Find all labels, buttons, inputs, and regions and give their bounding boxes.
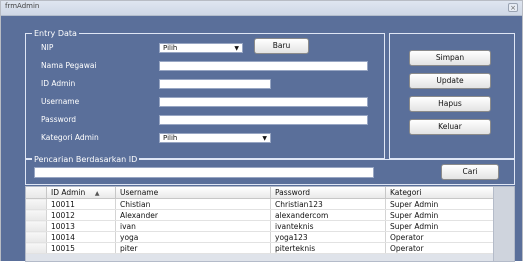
cell-password: alexandercom	[270, 209, 386, 221]
chevron-down-icon: ▼	[234, 45, 239, 52]
cell-kategori: Super Admin	[385, 220, 494, 232]
cell-username: ivan	[115, 220, 271, 232]
action-group: Simpan Update Hapus Keluar	[389, 33, 515, 159]
cell-kategori: Super Admin	[385, 198, 494, 210]
table-header-row: ID Admin ▲ Username Password Kategori	[26, 187, 494, 199]
update-button[interactable]: Update	[409, 73, 491, 89]
column-header-password[interactable]: Password	[270, 187, 386, 199]
cell-password: ivanteknis	[270, 220, 386, 232]
search-group: Pencarian Berdasarkan ID Cari	[25, 154, 515, 185]
kategori-admin-label: Kategori Admin	[41, 133, 99, 142]
row-selector[interactable]	[26, 231, 47, 243]
vertical-scrollbar[interactable]	[493, 187, 514, 261]
row-selector[interactable]	[26, 209, 47, 221]
cell-id-admin: 10015	[46, 242, 116, 254]
admin-data-grid[interactable]: ID Admin ▲ Username Password Kategori 10…	[25, 186, 515, 262]
table-row[interactable]: 10012 Alexander alexandercom Super Admin	[26, 209, 494, 221]
cell-username: piter	[115, 242, 271, 254]
title-bar: frmAdmin ×	[1, 1, 522, 16]
cari-button[interactable]: Cari	[441, 164, 499, 180]
sort-ascending-icon: ▲	[94, 190, 100, 197]
nama-pegawai-label: Nama Pegawai	[41, 61, 97, 70]
table-row[interactable]: 10011 Chistian Christian123 Super Admin	[26, 198, 494, 210]
nama-pegawai-field[interactable]	[159, 61, 368, 71]
username-label: Username	[41, 97, 80, 106]
row-selector[interactable]	[26, 220, 47, 232]
cell-kategori: Super Admin	[385, 209, 494, 221]
cell-kategori: Operator	[385, 231, 494, 243]
password-field[interactable]	[159, 115, 368, 125]
nip-label: NIP	[41, 43, 54, 52]
table-row[interactable]: 10013 ivan ivanteknis Super Admin	[26, 220, 494, 232]
admin-table: ID Admin ▲ Username Password Kategori 10…	[26, 187, 494, 254]
window-title: frmAdmin	[5, 2, 40, 10]
entry-data-legend: Entry Data	[32, 28, 79, 39]
table-row[interactable]: 10014 yoga yoga123 Operator	[26, 231, 494, 243]
form-body: Entry Data NIP Pilih ▼ Baru Nama Pegawai…	[1, 16, 522, 262]
column-header-kategori[interactable]: Kategori	[385, 187, 494, 199]
row-header-corner	[26, 187, 47, 199]
column-label-id-admin: ID Admin	[51, 188, 86, 197]
column-header-username[interactable]: Username	[115, 187, 271, 199]
cell-id-admin: 10011	[46, 198, 116, 210]
cell-id-admin: 10013	[46, 220, 116, 232]
cell-username: Alexander	[115, 209, 271, 221]
row-selector[interactable]	[26, 198, 47, 210]
cell-password: yoga123	[270, 231, 386, 243]
cell-password: piterteknis	[270, 242, 386, 254]
id-admin-field[interactable]	[159, 79, 271, 89]
cell-kategori: Operator	[385, 242, 494, 254]
nip-combo[interactable]: Pilih ▼	[159, 43, 243, 53]
hapus-button[interactable]: Hapus	[409, 96, 491, 112]
simpan-button[interactable]: Simpan	[409, 50, 491, 66]
keluar-button[interactable]: Keluar	[409, 119, 491, 135]
close-icon[interactable]: ×	[508, 3, 518, 12]
chevron-down-icon: ▼	[262, 135, 267, 142]
kategori-combo-value: Pilih	[163, 134, 178, 142]
baru-button[interactable]: Baru	[254, 38, 309, 54]
cell-password: Christian123	[270, 198, 386, 210]
cell-id-admin: 10014	[46, 231, 116, 243]
kategori-admin-combo[interactable]: Pilih ▼	[159, 133, 271, 143]
search-legend: Pencarian Berdasarkan ID	[32, 154, 140, 165]
admin-window: frmAdmin × Entry Data NIP Pilih ▼ Baru N…	[0, 0, 523, 262]
entry-data-group: Entry Data NIP Pilih ▼ Baru Nama Pegawai…	[25, 28, 385, 159]
cell-username: Chistian	[115, 198, 271, 210]
row-selector[interactable]	[26, 242, 47, 254]
nip-combo-value: Pilih	[163, 44, 178, 52]
column-header-id-admin[interactable]: ID Admin ▲	[46, 187, 116, 199]
cell-username: yoga	[115, 231, 271, 243]
table-row[interactable]: 10015 piter piterteknis Operator	[26, 242, 494, 254]
cell-id-admin: 10012	[46, 209, 116, 221]
username-field[interactable]	[159, 97, 368, 107]
id-admin-label: ID Admin	[41, 79, 76, 88]
password-label: Password	[41, 115, 77, 124]
search-input[interactable]	[34, 167, 374, 178]
